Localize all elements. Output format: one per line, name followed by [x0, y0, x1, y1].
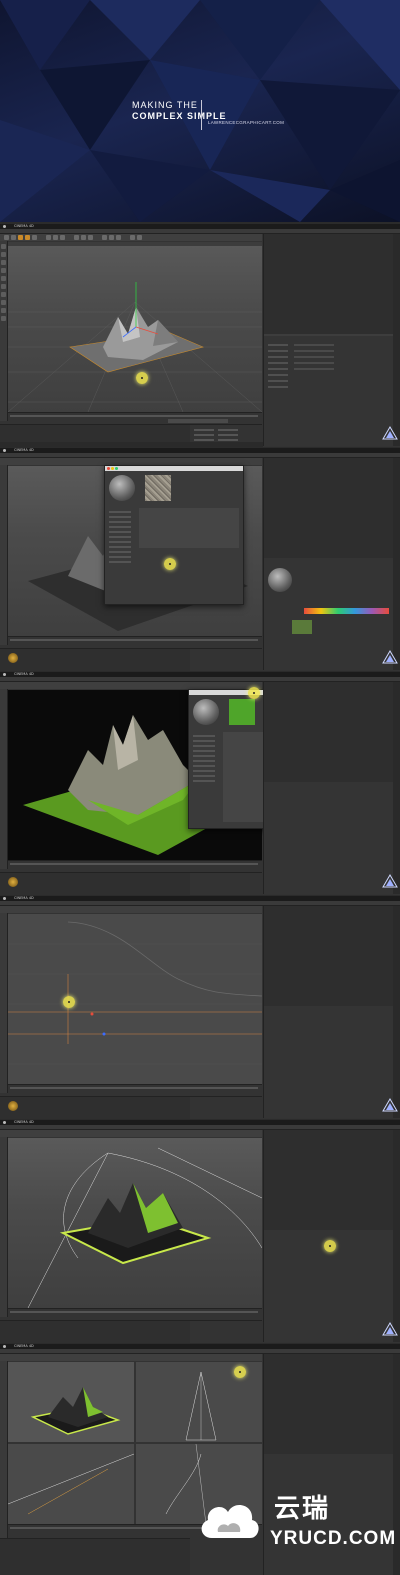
right-panel[interactable] — [263, 1130, 394, 1342]
material-editor-dialog[interactable] — [104, 465, 244, 605]
terrain-grey-icon — [8, 282, 262, 412]
apple-icon[interactable] — [3, 1345, 6, 1348]
viewport-perspective[interactable] — [8, 1362, 134, 1442]
main-toolbar[interactable] — [0, 906, 262, 913]
intro-banner: MAKING THE COMPLEX SIMPLE LAWRENCECGRAPH… — [0, 0, 400, 222]
terrain-glow-icon — [27, 1147, 262, 1308]
camera-path-icon — [8, 1453, 134, 1515]
material-manager[interactable] — [0, 1096, 190, 1119]
main-toolbar[interactable] — [0, 458, 262, 465]
object-manager[interactable] — [264, 234, 394, 334]
viewport-right[interactable] — [8, 1444, 134, 1524]
main-toolbar[interactable] — [0, 1354, 262, 1361]
watermark-domain: YRUCD.COM — [270, 1528, 397, 1549]
channel-logo-icon — [382, 650, 398, 664]
left-toolbar[interactable] — [0, 1137, 8, 1317]
attribute-manager[interactable] — [264, 1008, 394, 1118]
right-panel[interactable] — [263, 234, 394, 446]
screenshot-frame-1: CINEMA 4D — [0, 224, 400, 447]
object-manager[interactable] — [264, 682, 394, 782]
left-toolbar[interactable] — [0, 913, 8, 1093]
cloud-logo-icon — [201, 1505, 259, 1538]
channel-logo-icon — [382, 1322, 398, 1336]
click-highlight — [234, 1366, 246, 1378]
right-tool-strip[interactable] — [393, 234, 400, 446]
main-toolbar[interactable] — [0, 682, 262, 689]
material-manager[interactable] — [0, 1538, 190, 1575]
banner-divider — [201, 100, 202, 130]
banner-slogan: MAKING THE COMPLEX SIMPLE — [132, 100, 227, 121]
channel-logo-icon — [382, 874, 398, 888]
right-panel[interactable] — [263, 906, 394, 1118]
object-manager[interactable] — [264, 906, 394, 1006]
texture-preview[interactable] — [145, 475, 171, 501]
screenshot-frame-3: CINEMA 4D — [0, 672, 400, 895]
click-highlight — [63, 996, 75, 1008]
object-manager[interactable] — [264, 1130, 394, 1230]
apple-icon[interactable] — [3, 1121, 6, 1124]
coordinate-manager[interactable] — [190, 1320, 262, 1343]
screenshot-frame-5: CINEMA 4D — [0, 1120, 400, 1343]
click-highlight — [136, 372, 148, 384]
click-highlight — [164, 558, 176, 570]
material-manager[interactable] — [0, 872, 190, 895]
apple-icon[interactable] — [3, 449, 6, 452]
fcurve-editor[interactable] — [8, 914, 262, 1084]
left-toolbar[interactable] — [0, 689, 8, 869]
watermark-brand: 云瑞 — [274, 1494, 331, 1524]
channel-logo-icon — [382, 426, 398, 440]
viewport-menu[interactable] — [8, 242, 262, 246]
material-manager[interactable] — [0, 648, 190, 671]
object-manager[interactable] — [264, 458, 394, 558]
screenshot-frame-2: CINEMA 4D — [0, 448, 400, 671]
right-tool-strip[interactable] — [393, 906, 400, 1118]
dialog-titlebar — [105, 466, 243, 471]
main-toolbar[interactable] — [0, 234, 262, 241]
banner-line1: MAKING THE — [132, 100, 198, 110]
perspective-viewport[interactable] — [8, 242, 262, 412]
status-bar — [0, 442, 263, 447]
perspective-viewport[interactable] — [8, 1138, 262, 1308]
attribute-manager[interactable] — [264, 784, 394, 894]
click-highlight — [248, 687, 260, 699]
left-toolbar[interactable] — [0, 465, 8, 645]
material-manager[interactable] — [0, 1320, 190, 1343]
right-tool-strip[interactable] — [393, 458, 400, 670]
site-watermark: 云瑞 YRUCD.COM — [190, 1480, 395, 1565]
apple-icon[interactable] — [3, 225, 6, 228]
apple-icon[interactable] — [3, 673, 6, 676]
right-tool-strip[interactable] — [393, 682, 400, 894]
banner-site: LAWRENCECGRAPHICART.COM — [208, 120, 285, 125]
channel-logo-icon — [382, 1098, 398, 1112]
material-preview[interactable] — [109, 475, 135, 501]
left-toolbar[interactable] — [0, 1361, 8, 1541]
right-panel[interactable] — [263, 458, 394, 670]
material-preview[interactable] — [193, 699, 219, 725]
click-highlight — [324, 1240, 336, 1252]
main-toolbar[interactable] — [0, 1130, 262, 1137]
texture-preview[interactable] — [229, 699, 255, 725]
object-manager[interactable] — [264, 1354, 394, 1454]
coordinate-manager[interactable] — [190, 648, 262, 671]
apple-icon[interactable] — [3, 897, 6, 900]
right-tool-strip[interactable] — [393, 1130, 400, 1342]
reflectance-properties[interactable] — [139, 508, 239, 548]
terrain-glow-icon — [30, 1387, 121, 1435]
fcurve-graph-icon — [8, 921, 262, 1065]
attribute-manager[interactable] — [264, 560, 394, 670]
left-toolbar[interactable] — [0, 241, 8, 421]
coordinate-manager[interactable] — [190, 872, 262, 895]
attribute-manager[interactable] — [264, 336, 394, 446]
coordinate-manager[interactable] — [190, 1096, 262, 1119]
right-panel[interactable] — [263, 682, 394, 894]
screenshot-frame-4: CINEMA 4D — [0, 896, 400, 1119]
